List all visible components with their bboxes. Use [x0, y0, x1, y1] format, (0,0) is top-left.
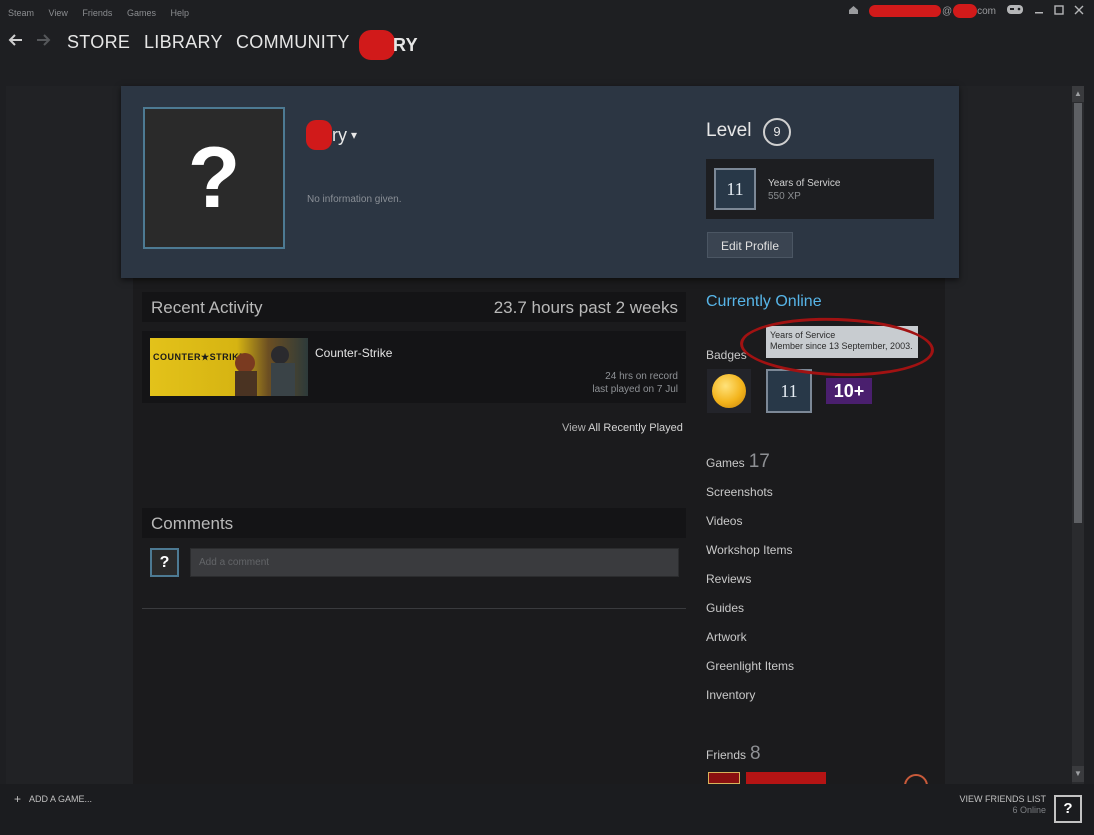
- redacted-domain: [953, 4, 978, 18]
- recent-game-last-played: last played on 7 Jul: [592, 384, 678, 395]
- comment-input[interactable]: [190, 548, 679, 577]
- scrollbar-thumb[interactable]: [1074, 103, 1082, 523]
- back-arrow-icon[interactable]: [8, 32, 24, 53]
- friend-name-redacted: [746, 772, 826, 784]
- screenshots-link[interactable]: Screenshots: [706, 485, 773, 499]
- redacted-profile-name: [359, 30, 395, 60]
- nav-library[interactable]: LIBRARY: [144, 32, 223, 53]
- friends-label: Friends: [706, 748, 747, 762]
- nav-store[interactable]: STORE: [67, 32, 130, 53]
- menu-games[interactable]: Games: [127, 8, 156, 18]
- guides-link[interactable]: Guides: [706, 601, 744, 615]
- account-suffix: com: [977, 5, 996, 17]
- recent-activity-header: Recent Activity 23.7 hours past 2 weeks: [142, 292, 686, 322]
- chevron-down-icon[interactable]: ▾: [351, 128, 357, 142]
- counter-strike-capsule[interactable]: COUNTER★STRIKE: [150, 338, 308, 396]
- games-label: Games: [706, 456, 745, 470]
- view-all-recently-played-link[interactable]: View All Recently Played: [562, 422, 683, 434]
- friends-link[interactable]: Friends 8: [706, 743, 761, 765]
- greenlight-items-link[interactable]: Greenlight Items: [706, 659, 794, 673]
- menu-friends[interactable]: Friends: [82, 8, 112, 18]
- nav-community[interactable]: COMMUNITY: [236, 32, 350, 53]
- bottom-bar: [0, 784, 1094, 835]
- online-status: Currently Online: [706, 293, 822, 310]
- profile-summary: No information given.: [307, 194, 402, 205]
- view-friends-list-button[interactable]: VIEW FRIENDS LIST: [959, 794, 1046, 804]
- recent-activity-summary: 23.7 hours past 2 weeks: [493, 298, 678, 317]
- friend-avatar[interactable]: [708, 772, 740, 784]
- featured-badge-xp: 550 XP: [768, 191, 801, 202]
- level-badge[interactable]: 9: [763, 118, 791, 146]
- at-sign: @: [941, 5, 953, 17]
- friends-list-avatar[interactable]: ?: [1054, 795, 1082, 823]
- close-icon[interactable]: [1074, 5, 1084, 18]
- comments-title: Comments: [151, 514, 234, 533]
- nav-profile-suffix: RY: [393, 34, 418, 55]
- plus-icon: +: [14, 792, 22, 806]
- persona-suffix: ry: [332, 124, 347, 145]
- years-of-service-badge-icon: 11: [714, 168, 756, 210]
- badges-label: Badges: [706, 348, 747, 362]
- account-name[interactable]: @ com: [868, 4, 996, 18]
- artwork-link[interactable]: Artwork: [706, 630, 747, 644]
- soldier-artwork-icon: [235, 346, 295, 396]
- comment-avatar: ?: [150, 548, 179, 577]
- recent-game-hours: 24 hrs on record: [605, 371, 678, 382]
- scroll-up-icon[interactable]: ▲: [1072, 86, 1084, 102]
- menu-bar: Steam View Friends Games Help: [8, 8, 201, 18]
- nav-profile[interactable]: RY: [359, 30, 418, 60]
- forward-arrow-icon[interactable]: [35, 32, 51, 53]
- main-navbar: STORE LIBRARY COMMUNITY RY: [0, 28, 1094, 60]
- minimize-icon[interactable]: [1034, 5, 1044, 18]
- redacted-account: [868, 5, 941, 17]
- edit-profile-button[interactable]: Edit Profile: [707, 232, 793, 258]
- notification-icon[interactable]: [848, 5, 859, 18]
- level-label: Level: [706, 120, 752, 141]
- menu-view[interactable]: View: [49, 8, 68, 18]
- comments-divider: [142, 608, 686, 609]
- menu-steam[interactable]: Steam: [8, 8, 34, 18]
- scroll-down-icon[interactable]: ▼: [1072, 766, 1084, 782]
- controller-icon[interactable]: [1006, 4, 1024, 18]
- tenplus-badge[interactable]: 10+: [826, 378, 872, 404]
- inventory-link[interactable]: Inventory: [706, 688, 755, 702]
- add-game-button[interactable]: + ADD A GAME...: [14, 792, 92, 806]
- comments-header: Comments: [142, 508, 686, 538]
- add-game-label: ADD A GAME...: [29, 794, 93, 804]
- reviews-link[interactable]: Reviews: [706, 572, 751, 586]
- friends-online-count: 6 Online: [1012, 805, 1046, 815]
- view-link-text: All Recently Played: [588, 422, 683, 434]
- games-link[interactable]: Games 17: [706, 451, 770, 473]
- recent-game-name[interactable]: Counter-Strike: [315, 346, 392, 360]
- titlebar-controls: @ com: [848, 4, 1084, 18]
- window-titlebar: Steam View Friends Games Help @ com: [0, 0, 1094, 28]
- workshop-items-link[interactable]: Workshop Items: [706, 543, 792, 557]
- profile-avatar[interactable]: ?: [143, 107, 285, 249]
- persona-name[interactable]: ry ▾: [306, 120, 357, 150]
- featured-badge-name: Years of Service: [768, 178, 841, 189]
- friends-count: 8: [750, 743, 761, 764]
- redacted-persona: [306, 120, 332, 150]
- years-badge-icon[interactable]: 11: [766, 369, 812, 413]
- maximize-icon[interactable]: [1054, 4, 1064, 18]
- games-count: 17: [748, 451, 770, 472]
- badges-link[interactable]: Badges: [706, 348, 747, 362]
- gold-coin-badge[interactable]: [707, 369, 751, 413]
- videos-link[interactable]: Videos: [706, 514, 742, 528]
- menu-help[interactable]: Help: [170, 8, 189, 18]
- gold-coin-icon: [712, 374, 746, 408]
- recent-activity-title: Recent Activity: [151, 298, 263, 317]
- view-prefix: View: [562, 422, 586, 434]
